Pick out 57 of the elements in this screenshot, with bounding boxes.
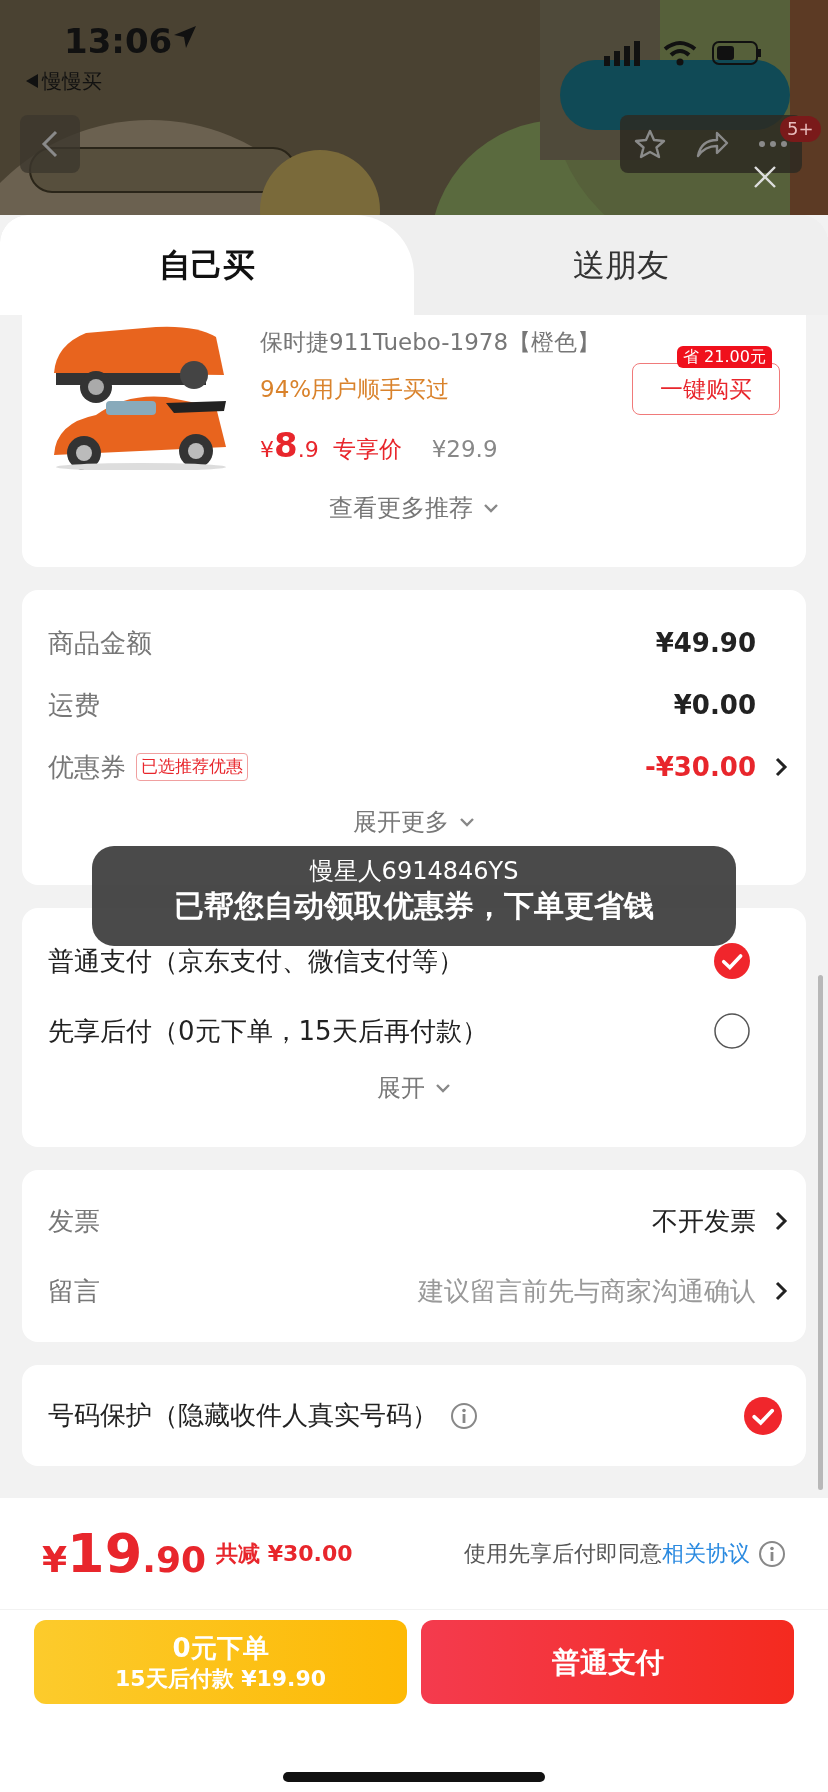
radio-button[interactable] <box>714 943 750 979</box>
product-title: 保时捷911Tuebo-1978【橙色】 <box>260 328 601 357</box>
checkbox[interactable] <box>744 1396 782 1435</box>
price-row-value: ¥0.00 <box>673 688 756 722</box>
expand-button[interactable]: 展开 <box>377 1070 451 1106</box>
info-icon <box>758 1539 786 1568</box>
chevron-down-icon <box>435 1083 451 1093</box>
original-price: ¥29.9 <box>431 435 498 464</box>
notification-badge: 5+ <box>780 116 821 142</box>
back-button[interactable] <box>20 115 80 173</box>
price-row-value: ¥49.90 <box>655 626 756 660</box>
price-row-label: 商品金额 <box>48 626 152 660</box>
setting-row[interactable]: 留言 建议留言前先与商家沟通确认 <box>22 1256 806 1326</box>
chevron-right-icon <box>774 1210 788 1232</box>
buy-now-button[interactable]: 一键购买 <box>632 363 780 415</box>
location-arrow-icon <box>172 24 198 50</box>
pay-button[interactable]: 普通支付 <box>421 1620 794 1704</box>
see-more-button[interactable]: 查看更多推荐 <box>329 490 499 526</box>
star-icon <box>634 128 667 160</box>
info-icon <box>450 1401 478 1430</box>
back-triangle-icon <box>26 74 38 88</box>
social-proof-text: 94%用户顺手买过 <box>260 374 450 404</box>
expand-more-button[interactable]: 展开更多 <box>353 804 475 840</box>
saving-badge: 省 21.00元 <box>677 346 772 368</box>
chevron-down-icon <box>459 817 475 827</box>
radio-button[interactable] <box>714 1013 750 1049</box>
wifi-icon <box>663 40 697 66</box>
battery-icon <box>712 40 762 66</box>
phone-protection-label: 号码保护（隐藏收件人真实号码） <box>48 1399 438 1432</box>
agreement-text: 使用先享后付即同意相关协议 <box>464 1540 750 1568</box>
price-row-label: 运费 <box>48 688 100 722</box>
status-time: 13:06 <box>64 20 173 63</box>
price-row-label: 优惠券 <box>48 750 126 784</box>
chevron-right-icon <box>774 756 788 778</box>
price-row-value: -¥30.00 <box>644 750 756 784</box>
coupon-tag: 已选推荐优惠 <box>136 753 248 781</box>
toast-username: 慢星人6914846YS <box>308 856 520 886</box>
share-button[interactable] <box>695 129 729 159</box>
agreement-link[interactable]: 相关协议 <box>662 1541 750 1566</box>
more-button[interactable] <box>757 140 788 148</box>
setting-row[interactable]: 发票 不开发票 <box>22 1186 806 1256</box>
more-dots-icon <box>757 140 788 148</box>
total-price: ¥19.90 <box>42 1521 206 1587</box>
payment-option-label: 先享后付（0元下单，15天后再付款） <box>48 1014 488 1048</box>
reduction-text: 共减 ¥30.00 <box>216 1540 353 1568</box>
payment-option-label: 普通支付（京东支付、微信支付等） <box>48 944 464 978</box>
chevron-right-icon <box>774 1280 788 1302</box>
tab[interactable]: 自己买 <box>0 215 414 315</box>
toast-message: 已帮您自动领取优惠券，下单更省钱 <box>173 887 655 925</box>
chevron-left-icon <box>41 129 59 159</box>
price-label: 专享价 <box>332 435 402 464</box>
special-price: ¥8.9 <box>260 424 319 467</box>
share-arrow-icon <box>695 129 729 159</box>
chevron-down-icon <box>483 503 499 513</box>
favorite-button[interactable] <box>634 128 667 160</box>
close-icon <box>752 164 778 190</box>
close-button[interactable] <box>752 164 778 190</box>
